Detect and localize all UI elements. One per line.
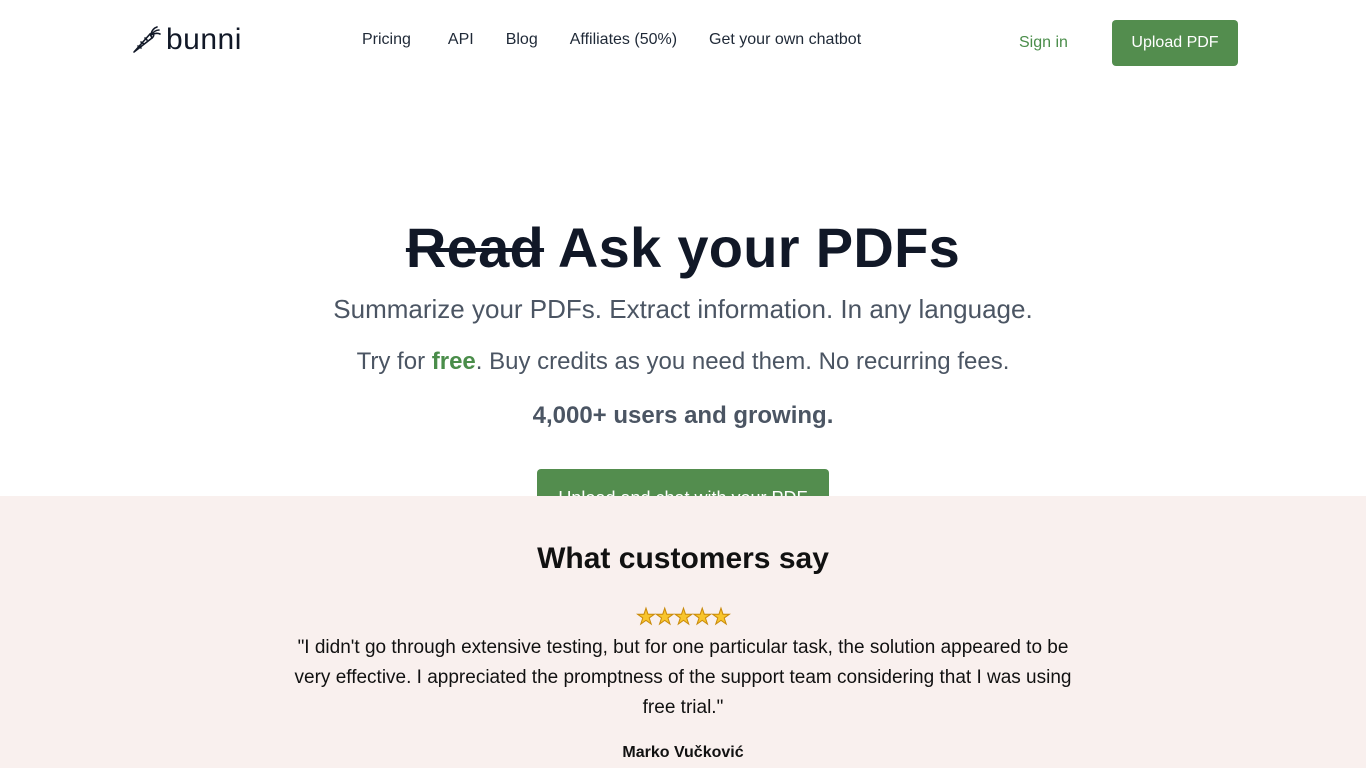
free-suffix: . Buy credits as you need them. No recur…	[475, 348, 1010, 375]
sign-in-link[interactable]: Sign in	[1019, 33, 1068, 53]
nav-chatbot[interactable]: Get your own chatbot	[709, 30, 861, 50]
testimonials-section: What customers say ★★★★★ "I didn't go th…	[0, 496, 1366, 768]
nav-affiliates[interactable]: Affiliates (50%)	[570, 30, 677, 50]
free-prefix: Try for	[356, 348, 432, 375]
hero-section: Read Ask your PDFs Summarize your PDFs. …	[0, 86, 1366, 527]
testimonials-title: What customers say	[537, 542, 829, 575]
star-icon: ★	[654, 605, 675, 631]
hero-subtitle: Summarize your PDFs. Extract information…	[333, 294, 1033, 324]
logo-link[interactable]: bunni	[130, 24, 242, 56]
testimonial-quote: "I didn't go through extensive testing, …	[294, 637, 1072, 718]
free-highlight: free	[431, 348, 476, 375]
upload-pdf-button[interactable]: Upload PDF	[1112, 20, 1238, 66]
main-nav: Pricing API Blog Affiliates (50%) Get yo…	[362, 30, 861, 50]
nav-pricing[interactable]: Pricing	[362, 30, 411, 50]
star-rating: ★★★★★	[0, 604, 1366, 631]
hero-pricing-note: Try for free. Buy credits as you need th…	[0, 346, 1366, 378]
site-header: bunni Pricing API Blog Affiliates (50%) …	[0, 0, 1366, 86]
nav-api[interactable]: API	[448, 30, 474, 50]
user-count: 4,000+ users and growing.	[532, 402, 834, 429]
star-icon: ★	[673, 605, 694, 631]
hero-title: Read Ask your PDFs	[0, 214, 1366, 282]
logo-text: bunni	[166, 23, 242, 56]
star-icon: ★	[692, 605, 713, 631]
carrot-icon	[133, 26, 161, 53]
star-icon: ★	[711, 605, 732, 631]
testimonial-author: Marko Vučković	[622, 744, 744, 761]
star-icon: ★	[636, 605, 657, 631]
nav-blog[interactable]: Blog	[506, 30, 538, 50]
hero-title-rest: Ask your PDFs	[544, 216, 961, 279]
hero-title-struck: Read	[405, 216, 545, 279]
